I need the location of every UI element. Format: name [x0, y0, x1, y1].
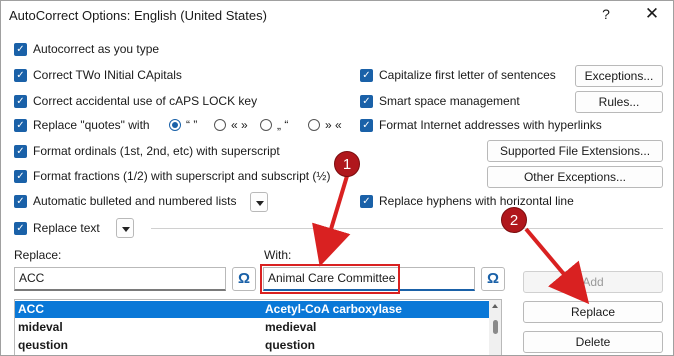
annotation-step-2-badge: 2	[501, 207, 527, 233]
checkbox-autocorrect[interactable]: ✓	[14, 42, 27, 56]
quotes-option-2-label: « »	[231, 118, 248, 132]
checkbox-replace-text[interactable]: ✓	[14, 221, 27, 235]
autocorrect-dialog: AutoCorrect Options: English (United Sta…	[0, 0, 674, 356]
label-internet: Format Internet addresses with hyperlink…	[379, 118, 602, 132]
quotes-option-4-label: » «	[325, 118, 342, 132]
quotes-option-1-label: “ ”	[186, 118, 198, 132]
label-hyphens: Replace hyphens with horizontal line	[379, 194, 574, 208]
checkbox-ordinals[interactable]: ✓	[14, 144, 27, 158]
checkbox-bulleted[interactable]: ✓	[14, 194, 27, 208]
list-item-replace: mideval	[18, 320, 63, 334]
checkbox-two-initial[interactable]: ✓	[14, 68, 27, 82]
bulleted-checkbox-row[interactable]: ✓ Automatic bulleted and numbered lists	[14, 192, 236, 210]
label-autocorrect: Autocorrect as you type	[33, 42, 160, 56]
help-icon[interactable]: ?	[599, 6, 613, 22]
list-item-replace: qeustion	[18, 338, 68, 352]
label-replace-quotes: Replace "quotes" with	[33, 118, 150, 132]
quotes-option-4[interactable]: » «	[308, 116, 342, 134]
caps-lock-checkbox-row[interactable]: ✓ Correct accidental use of cAPS LOCK ke…	[14, 92, 257, 110]
replace-button[interactable]: Replace	[523, 301, 663, 323]
list-item-with: question	[265, 338, 315, 352]
with-label: With:	[264, 248, 292, 262]
radio-quotes-4[interactable]	[308, 119, 320, 131]
internet-checkbox-row[interactable]: ✓ Format Internet addresses with hyperli…	[360, 116, 602, 134]
list-item[interactable]: ACC Acetyl-CoA carboxylase	[15, 301, 489, 318]
checkbox-fractions[interactable]: ✓	[14, 169, 27, 183]
list-scrollbar[interactable]	[489, 300, 501, 355]
list-item-with: Acetyl-CoA carboxylase	[265, 302, 402, 316]
label-bulleted: Automatic bulleted and numbered lists	[33, 194, 237, 208]
quotes-option-2[interactable]: « »	[214, 116, 248, 134]
two-initial-checkbox-row[interactable]: ✓ Correct TWo INitial CApitals	[14, 66, 182, 84]
annotation-step-1-badge: 1	[334, 151, 360, 177]
list-item[interactable]: mideval medieval	[15, 319, 489, 336]
capitalize-first-checkbox-row[interactable]: ✓ Capitalize first letter of sentences	[360, 66, 556, 84]
with-symbol-button[interactable]: Ω	[481, 267, 505, 291]
list-item[interactable]: qeustion question	[15, 337, 489, 354]
replace-input[interactable]: ACC	[14, 267, 226, 291]
checkbox-capitalize-first[interactable]: ✓	[360, 68, 373, 82]
autocorrect-checkbox-row[interactable]: ✓ Autocorrect as you type	[14, 40, 159, 58]
bulleted-dropdown-button[interactable]	[250, 192, 268, 212]
replace-text-dropdown-button[interactable]	[116, 218, 134, 238]
annotation-arrow-1	[312, 175, 351, 267]
title-bar: AutoCorrect Options: English (United Sta…	[1, 1, 673, 31]
dialog-title: AutoCorrect Options: English (United Sta…	[9, 8, 267, 23]
replace-text-checkbox-row[interactable]: ✓ Replace text	[14, 219, 100, 237]
annotation-highlight-box	[260, 264, 400, 294]
list-item-with: medieval	[265, 320, 317, 334]
supported-file-extensions-button[interactable]: Supported File Extensions...	[487, 140, 663, 162]
replacement-list[interactable]: ACC Acetyl-CoA carboxylase mideval medie…	[14, 299, 502, 355]
list-item-replace: ACC	[18, 302, 44, 316]
divider	[151, 228, 663, 229]
checkbox-replace-quotes[interactable]: ✓	[14, 118, 27, 132]
replace-symbol-button[interactable]: Ω	[232, 267, 256, 291]
label-fractions: Format fractions (1/2) with superscript …	[33, 169, 331, 183]
checkbox-internet[interactable]: ✓	[360, 118, 373, 132]
label-caps-lock: Correct accidental use of cAPS LOCK key	[33, 94, 258, 108]
checkbox-hyphens[interactable]: ✓	[360, 194, 373, 208]
add-button[interactable]: Add	[523, 271, 663, 293]
quotes-option-3-label: „ “	[277, 118, 289, 132]
label-replace-text: Replace text	[33, 221, 100, 235]
quotes-option-3[interactable]: „ “	[260, 116, 288, 134]
label-two-initial: Correct TWo INitial CApitals	[33, 68, 182, 82]
rules-button[interactable]: Rules...	[575, 91, 663, 113]
checkbox-smart-space[interactable]: ✓	[360, 94, 373, 108]
quotes-option-1[interactable]: “ ”	[169, 116, 197, 134]
radio-quotes-3[interactable]	[260, 119, 272, 131]
smart-space-checkbox-row[interactable]: ✓ Smart space management	[360, 92, 520, 110]
exceptions-button[interactable]: Exceptions...	[575, 65, 663, 87]
close-icon[interactable]: ✕	[644, 4, 660, 24]
hyphens-checkbox-row[interactable]: ✓ Replace hyphens with horizontal line	[360, 192, 574, 210]
radio-quotes-1[interactable]	[169, 119, 181, 131]
label-capitalize-first: Capitalize first letter of sentences	[379, 68, 556, 82]
other-exceptions-button[interactable]: Other Exceptions...	[487, 166, 663, 188]
radio-quotes-2[interactable]	[214, 119, 226, 131]
ordinals-checkbox-row[interactable]: ✓ Format ordinals (1st, 2nd, etc) with s…	[14, 142, 280, 160]
scroll-thumb[interactable]	[493, 320, 498, 334]
replace-quotes-checkbox-row[interactable]: ✓ Replace "quotes" with	[14, 116, 150, 134]
delete-button[interactable]: Delete	[523, 331, 663, 353]
label-smart-space: Smart space management	[379, 94, 520, 108]
checkbox-caps-lock[interactable]: ✓	[14, 94, 27, 108]
fractions-checkbox-row[interactable]: ✓ Format fractions (1/2) with superscrip…	[14, 167, 330, 185]
replace-label: Replace:	[14, 248, 62, 262]
label-ordinals: Format ordinals (1st, 2nd, etc) with sup…	[33, 144, 280, 158]
scroll-up-icon[interactable]	[492, 304, 498, 308]
